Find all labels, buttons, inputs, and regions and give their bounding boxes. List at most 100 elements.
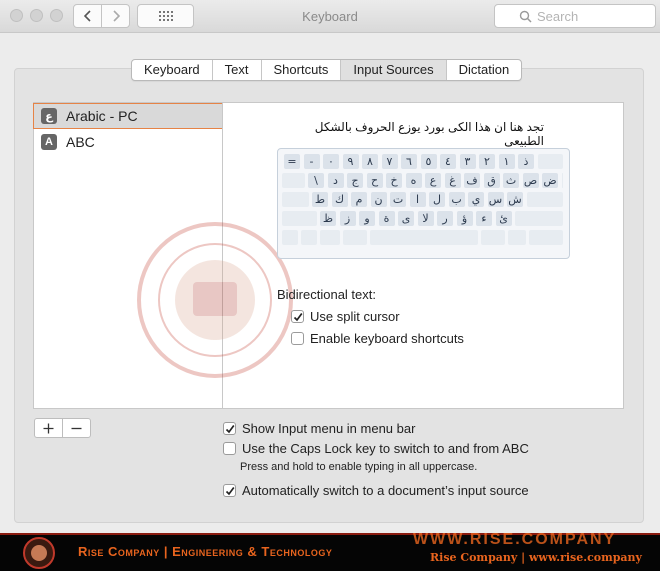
keyboard-arrow-keys xyxy=(529,230,563,245)
keyboard-key: ؤ xyxy=(456,211,473,226)
keyboard-key: ٨ xyxy=(362,154,378,169)
keyboard-modifier-key xyxy=(561,173,563,188)
keyboard-key: ٠ xyxy=(323,154,339,169)
keyboard-modifier-key xyxy=(481,230,505,245)
keyboard-key: د xyxy=(327,173,344,188)
remove-input-source-button[interactable] xyxy=(62,419,90,437)
keyboard-key: ٥ xyxy=(420,154,437,169)
keyboard-key: ا xyxy=(409,192,426,207)
rise-logo-icon xyxy=(23,537,55,569)
caps-lock-option[interactable]: Use the Caps Lock key to switch to and f… xyxy=(223,441,529,456)
keyboard-key: ز xyxy=(339,211,356,226)
caps-lock-checkbox[interactable] xyxy=(223,442,236,455)
keyboard-modifier-key xyxy=(282,192,309,207)
use-split-cursor-option[interactable]: Use split cursor xyxy=(291,309,400,324)
keyboard-key: ظ xyxy=(320,211,336,226)
footer-url-small: Rise Company | www.rise.company xyxy=(430,551,642,564)
keyboard-key: ى xyxy=(398,211,414,226)
keyboard-key: ح xyxy=(366,173,383,188)
keyboard-modifier-key xyxy=(508,230,526,245)
search-icon xyxy=(519,10,532,23)
keyboard-key: و xyxy=(359,211,375,226)
input-source-label: ABC xyxy=(66,134,95,150)
tab-input-sources[interactable]: Input Sources xyxy=(340,60,446,80)
show-input-menu-checkbox[interactable] xyxy=(223,422,236,435)
keyboard-key: ش xyxy=(507,192,523,207)
keyboard-key: ٣ xyxy=(459,154,476,169)
footer-banner: Rise Company | Engineering & Technology … xyxy=(0,531,660,571)
keyboard-key: ن xyxy=(370,192,387,207)
keyboard-key: ث xyxy=(503,173,519,188)
checkmark-icon xyxy=(225,486,234,495)
keyboard-key: ٦ xyxy=(401,154,417,169)
search-field[interactable]: Search xyxy=(494,4,656,28)
keyboard-modifier-key xyxy=(282,230,298,245)
keyboard-modifier-key xyxy=(301,230,317,245)
title-bar: Keyboard Search xyxy=(0,0,660,33)
keyboard-key: م xyxy=(351,192,367,207)
caps-lock-label: Use the Caps Lock key to switch to and f… xyxy=(242,441,529,456)
checkmark-icon xyxy=(225,424,234,433)
list-add-remove xyxy=(34,418,91,438)
checkmark-icon xyxy=(293,312,302,321)
keyboard-key: ي xyxy=(468,192,484,207)
abc-language-icon: A xyxy=(41,134,57,150)
keyboard-key: ض xyxy=(542,173,558,188)
keyboard-key: ل xyxy=(429,192,445,207)
add-input-source-button[interactable] xyxy=(35,419,62,437)
use-split-cursor-checkbox[interactable] xyxy=(291,310,304,323)
keyboard-key: ٤ xyxy=(440,154,456,169)
keyboard-key: - xyxy=(303,154,320,169)
keyboard-key: ه xyxy=(405,173,422,188)
auto-switch-checkbox[interactable] xyxy=(223,484,236,497)
keyboard-key: ر xyxy=(437,211,453,226)
keyboard-modifier-key xyxy=(282,173,305,188)
rise-logo-watermark xyxy=(137,222,293,378)
keyboard-key: ف xyxy=(464,173,480,188)
keyboard-modifier-key xyxy=(515,211,563,226)
keyboard-key: ء xyxy=(476,211,492,226)
input-source-abc[interactable]: A ABC xyxy=(34,129,224,155)
keyboard-key: غ xyxy=(444,173,461,188)
keyboard-key: ع xyxy=(425,173,441,188)
keyboard-key: لا xyxy=(417,211,434,226)
keyboard-key: ج xyxy=(347,173,363,188)
enable-keyboard-shortcuts-label: Enable keyboard shortcuts xyxy=(310,331,464,346)
input-source-arabic-pc[interactable]: ع Arabic - PC xyxy=(33,103,224,129)
keyboard-key: ٧ xyxy=(381,154,398,169)
keyboard-key: س xyxy=(487,192,504,207)
tab-text[interactable]: Text xyxy=(211,60,261,80)
keyboard-key: = xyxy=(284,154,300,169)
keyboard-key: \ xyxy=(308,173,324,188)
auto-switch-label: Automatically switch to a document’s inp… xyxy=(242,483,529,498)
arabic-hint-text: تجد هنا ان هذا الكى بورد يوزع الحروف بال… xyxy=(314,120,544,148)
bidirectional-text-label: Bidirectional text: xyxy=(277,287,376,302)
keyboard-modifier-key xyxy=(537,154,563,169)
keyboard-key: ق xyxy=(483,173,500,188)
keyboard-key: ١ xyxy=(498,154,515,169)
enable-keyboard-shortcuts-option[interactable]: Enable keyboard shortcuts xyxy=(291,331,464,346)
auto-switch-option[interactable]: Automatically switch to a document’s inp… xyxy=(223,483,529,498)
footer-company-text: Rise Company | Engineering & Technology xyxy=(78,544,333,559)
arabic-language-icon: ع xyxy=(41,108,57,124)
keyboard-key: ٩ xyxy=(342,154,359,169)
keyboard-viewer: = -٠ ٩ ٨ ٧ ٦ ٥ ٤ ٣ ٢ ١ ذ \ د ج ح خ ه ع غ ف ق ث ص ض ط ك م ن ت ا ل ب ي س ش ظ ز و… xyxy=(277,148,570,259)
tab-bar: Keyboard Text Shortcuts Input Sources Di… xyxy=(131,59,523,81)
tab-keyboard[interactable]: Keyboard xyxy=(132,60,212,80)
plus-icon xyxy=(43,423,54,433)
show-input-menu-label: Show Input menu in menu bar xyxy=(242,421,416,436)
tab-dictation[interactable]: Dictation xyxy=(445,60,522,80)
keyboard-key: ذ xyxy=(518,154,534,169)
keyboard-key: خ xyxy=(386,173,402,188)
tab-shortcuts[interactable]: Shortcuts xyxy=(260,60,341,80)
keyboard-modifier-key xyxy=(526,192,563,207)
keyboard-key: ص xyxy=(522,173,539,188)
caps-lock-note: Press and hold to enable typing in all u… xyxy=(240,461,478,473)
enable-keyboard-shortcuts-checkbox[interactable] xyxy=(291,332,304,345)
keyboard-key: ة xyxy=(378,211,395,226)
keyboard-key: ط xyxy=(312,192,328,207)
keyboard-key: ئ xyxy=(495,211,512,226)
use-split-cursor-label: Use split cursor xyxy=(310,309,400,324)
footer-url-large: WWW.RISE.COMPANY xyxy=(413,531,617,548)
show-input-menu-option[interactable]: Show Input menu in menu bar xyxy=(223,421,415,436)
